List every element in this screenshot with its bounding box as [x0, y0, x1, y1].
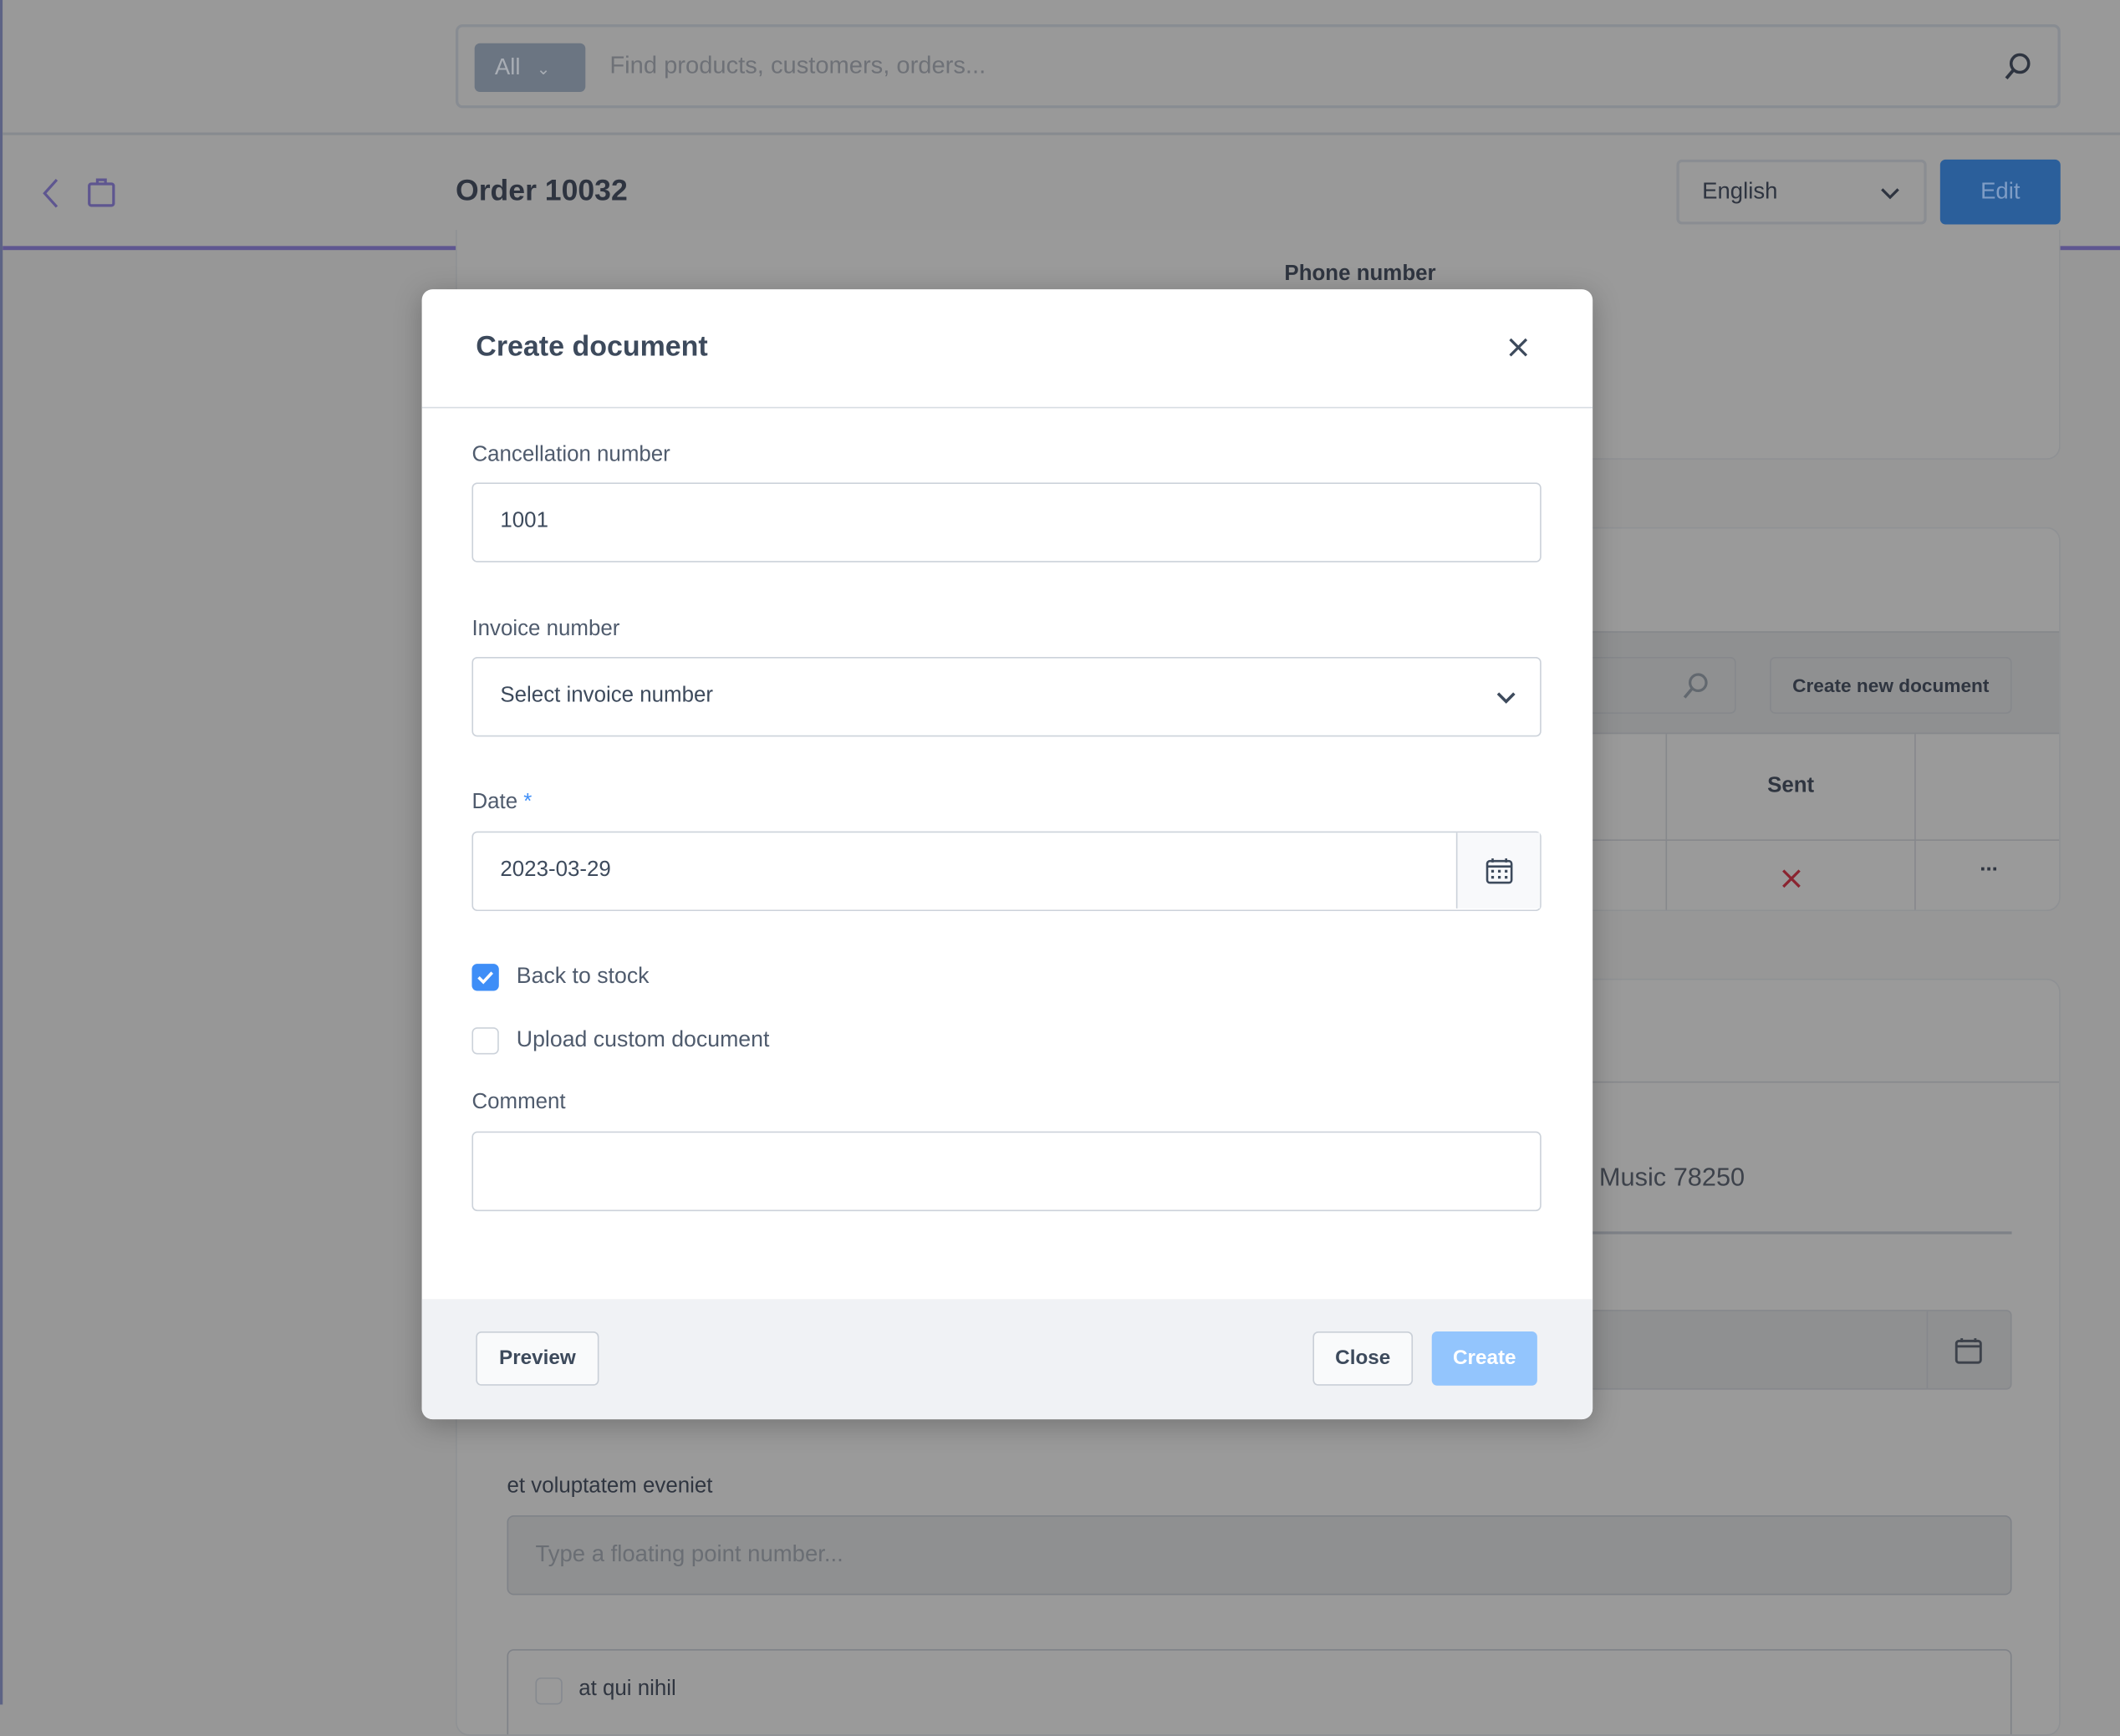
address-text: c Music 78250: [1579, 1163, 1745, 1193]
language-select[interactable]: English: [1676, 159, 1927, 225]
search-input[interactable]: Find products, customers, orders...: [609, 51, 986, 79]
invoice-number-select[interactable]: Select invoice number: [471, 657, 1542, 737]
divider: [1926, 1311, 1929, 1388]
search-icon[interactable]: [2002, 53, 2032, 83]
create-document-modal: Create document Cancellation number 1001…: [421, 289, 1593, 1420]
date-label: Date *: [471, 791, 532, 815]
not-sent-x-icon: [1782, 869, 1801, 888]
date-label-text: Date: [471, 791, 518, 814]
invoice-number-label: Invoice number: [471, 618, 620, 641]
chevron-down-icon: [1496, 692, 1516, 704]
edit-button[interactable]: Edit: [1939, 159, 2061, 225]
calendar-button[interactable]: [1455, 832, 1541, 909]
cancellation-number-label: Cancellation number: [471, 443, 670, 466]
date-input[interactable]: 2023-03-29: [471, 831, 1542, 912]
chevron-down-icon: ⌄: [536, 59, 551, 79]
calendar-icon: [1486, 858, 1513, 884]
order-bag-icon: [88, 178, 115, 207]
phone-label: Phone number: [1284, 262, 1436, 286]
modal-header: Create document: [421, 289, 1593, 409]
modal-footer: Preview Close Create: [421, 1299, 1593, 1420]
checkbox-group: at qui nihil: [507, 1649, 2012, 1734]
language-value: English: [1702, 178, 1778, 205]
cancellation-number-input[interactable]: 1001: [471, 482, 1542, 563]
page-title: Order 10032: [456, 173, 628, 207]
create-new-document-button[interactable]: Create new document: [1770, 657, 2012, 714]
comment-input[interactable]: [471, 1131, 1542, 1212]
field-label: et voluptatem eveniet: [507, 1474, 713, 1498]
search-scope-select[interactable]: All ⌄: [474, 43, 586, 92]
close-icon[interactable]: [1503, 333, 1533, 363]
sent-header: Sent: [1767, 774, 1815, 798]
back-to-stock-checkbox[interactable]: [471, 964, 499, 991]
top-bar: All ⌄ Find products, customers, orders...: [3, 0, 2120, 135]
back-to-stock-label: Back to stock: [516, 964, 650, 989]
invoice-placeholder: Select invoice number: [500, 684, 713, 707]
row-more-button[interactable]: ...: [1916, 853, 2059, 878]
col-divider: [1665, 734, 1668, 910]
upload-custom-document-label: Upload custom document: [516, 1027, 770, 1052]
back-icon[interactable]: [41, 177, 63, 210]
modal-title: Create document: [476, 331, 708, 363]
upload-custom-document-checkbox[interactable]: [471, 1027, 499, 1055]
search-icon: [1683, 673, 1708, 699]
create-button[interactable]: Create: [1431, 1331, 1537, 1386]
close-button[interactable]: Close: [1312, 1331, 1414, 1386]
required-marker: *: [523, 791, 533, 814]
app-root: All ⌄ Find products, customers, orders...…: [0, 0, 2120, 1736]
checkbox-label: at qui nihil: [578, 1677, 676, 1701]
comment-label: Comment: [471, 1091, 566, 1114]
preview-button[interactable]: Preview: [476, 1331, 599, 1386]
checkmark-icon: [477, 971, 494, 985]
chevron-down-icon: [1881, 188, 1899, 200]
checkbox[interactable]: [535, 1677, 563, 1705]
col-divider: [1914, 734, 1916, 910]
scope-label: All: [494, 53, 521, 80]
date-value: 2023-03-29: [500, 858, 611, 882]
global-search[interactable]: All ⌄ Find products, customers, orders...: [456, 24, 2061, 109]
calendar-icon[interactable]: [1954, 1337, 1982, 1364]
float-input[interactable]: Type a floating point number...: [507, 1515, 2012, 1596]
